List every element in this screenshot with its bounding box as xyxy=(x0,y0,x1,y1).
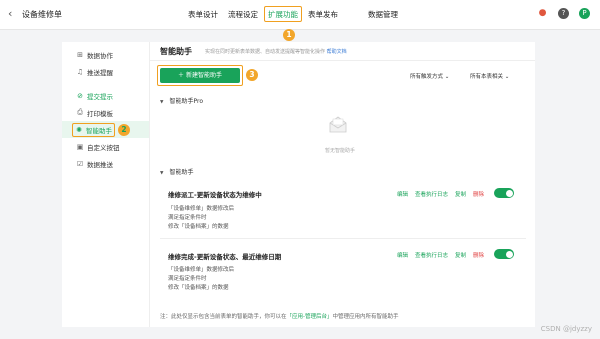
new-assistant-button[interactable]: ＋ 新建智能助手 xyxy=(160,68,240,83)
sidebar-item-custom-button[interactable]: ▣ 自定义按钮 xyxy=(62,138,149,155)
trigger-filter[interactable]: 所有触发方式 ⌄ xyxy=(410,72,449,80)
edit-link[interactable]: 编辑 xyxy=(397,251,408,259)
card-line: 修改「设备档案」的数据 xyxy=(168,285,229,291)
delete-link[interactable]: 删除 xyxy=(473,190,484,198)
tab-form-design[interactable]: 表单设计 xyxy=(183,0,223,30)
note-text: 中管理应用内所有智能助手 xyxy=(332,314,399,320)
tab-process-settings[interactable]: 流程设定 xyxy=(223,0,263,30)
enable-toggle[interactable] xyxy=(494,249,514,259)
top-bar: ‹ 设备维修单 表单设计 流程设定 扩展功能 表单发布 数据管理 ● ? P xyxy=(0,0,600,30)
description-text: 实现在同时更新表单数据、自动发送提醒等智能化操作 xyxy=(205,49,326,55)
push-icon: ☑ xyxy=(76,159,84,168)
card-actions: 编辑 查看执行日志 复制 删除 xyxy=(397,251,484,259)
footer-note: 注：此处仅显示包含当前表单的智能助手，你可以在「应用-管理后台」中管理应用内所有… xyxy=(160,312,399,320)
sidebar-item-push-reminder[interactable]: ♫ 推送提醒 xyxy=(62,63,149,80)
step-marker-1: 1 xyxy=(283,29,295,41)
card-line: 满足指定条件时 xyxy=(168,215,207,221)
card-line: 满足指定条件时 xyxy=(168,276,207,282)
page-description: 实现在同时更新表单数据、自动发送提醒等智能化操作 帮助文档 xyxy=(205,48,347,55)
bulb-icon: ✺ xyxy=(76,125,82,134)
delete-link[interactable]: 删除 xyxy=(473,251,484,259)
page-title: 智能助手 xyxy=(160,47,192,56)
sidebar-item-label: 推送提醒 xyxy=(87,68,113,77)
notification-icon[interactable]: ● xyxy=(537,8,548,19)
sidebar: ⊞ 数据协作 ♫ 推送提醒 ⊘ 提交提示 ⎙ 打印模板 ✺ 智能助手 2 ▣ 自… xyxy=(62,42,150,327)
copy-link[interactable]: 复制 xyxy=(455,251,466,259)
card-actions: 编辑 查看执行日志 复制 删除 xyxy=(397,190,484,198)
assistant-card[interactable]: 维修完成-更新设备状态、最近维修日期 「设备维修单」数据修改后 满足指定条件时 … xyxy=(158,242,526,300)
help-icon[interactable]: ? xyxy=(558,8,569,19)
step-marker-2: 2 xyxy=(118,123,130,136)
highlight-frame: ✺ 智能助手 xyxy=(72,122,115,137)
copy-link[interactable]: 复制 xyxy=(455,190,466,198)
section-label: 智能助手 xyxy=(169,169,194,176)
printer-icon: ⎙ xyxy=(77,108,83,116)
sidebar-item-data-push[interactable]: ☑ 数据推送 xyxy=(62,155,149,172)
check-circle-icon: ⊘ xyxy=(77,91,83,100)
edit-link[interactable]: 编辑 xyxy=(397,190,408,198)
sidebar-item-label: 数据协作 xyxy=(87,51,113,60)
collab-icon: ⊞ xyxy=(77,50,83,59)
help-doc-link[interactable]: 帮助文档 xyxy=(327,49,347,55)
sidebar-item-label: 打印模板 xyxy=(87,109,113,118)
app-title: 设备维修单 xyxy=(22,10,62,19)
sidebar-item-data-collab[interactable]: ⊞ 数据协作 xyxy=(62,46,149,63)
step-marker-3: 3 xyxy=(246,69,258,81)
sidebar-item-label: 智能助手 xyxy=(86,126,112,135)
note-text: 注：此处仅显示包含当前表单的智能助手，你可以在 xyxy=(160,314,287,320)
divider xyxy=(160,238,526,239)
caret-down-icon: ▼ xyxy=(160,171,164,176)
watermark: CSDN @jdyzzy xyxy=(540,325,592,333)
enable-toggle[interactable] xyxy=(494,188,514,198)
card-line: 「设备维修单」数据修改后 xyxy=(168,206,235,212)
sidebar-item-label: 数据推送 xyxy=(87,160,113,169)
bell-icon: ♫ xyxy=(76,67,84,76)
main-panel: 智能助手 实现在同时更新表单数据、自动发送提醒等智能化操作 帮助文档 ＋ 新建智… xyxy=(150,42,535,327)
sidebar-item-label: 自定义按钮 xyxy=(87,143,120,152)
tab-extensions[interactable]: 扩展功能 xyxy=(263,0,303,30)
tab-data-management[interactable]: 数据管理 xyxy=(363,0,403,30)
highlight-frame xyxy=(264,6,302,22)
section-header[interactable]: ▼ 智能助手 xyxy=(160,167,193,176)
empty-text: 暂无智能助手 xyxy=(324,148,355,154)
card-line: 修改「设备档案」的数据 xyxy=(168,224,229,230)
admin-console-link[interactable]: 「应用-管理后台」 xyxy=(287,314,333,320)
caret-down-icon: ▼ xyxy=(160,100,164,105)
top-icons: ● ? P xyxy=(537,8,590,19)
assistant-card[interactable]: 维修派工-更新设备状态为维修中 「设备维修单」数据修改后 满足指定条件时 修改「… xyxy=(158,182,526,237)
sidebar-item-label: 提交提示 xyxy=(87,92,113,101)
section-pro-label: 智能助手Pro xyxy=(169,98,203,105)
section-pro-header[interactable]: ▼ 智能助手Pro xyxy=(160,96,203,105)
view-log-link[interactable]: 查看执行日志 xyxy=(415,190,448,198)
card-line: 「设备维修单」数据修改后 xyxy=(168,267,235,273)
tab-form-publish[interactable]: 表单发布 xyxy=(303,0,343,30)
avatar[interactable]: P xyxy=(579,8,590,19)
empty-inbox-icon xyxy=(329,116,347,133)
view-log-link[interactable]: 查看执行日志 xyxy=(415,251,448,259)
divider xyxy=(150,60,535,61)
sidebar-item-print-template[interactable]: ⎙ 打印模板 xyxy=(62,104,149,121)
custom-button-icon: ▣ xyxy=(76,142,84,151)
sidebar-item-smart-assistant[interactable]: ✺ 智能助手 2 xyxy=(62,121,149,138)
main-tabs: 表单设计 流程设定 扩展功能 表单发布 数据管理 xyxy=(183,0,403,30)
card-title: 维修完成-更新设备状态、最近维修日期 xyxy=(168,253,282,261)
chevron-left-icon[interactable]: ‹ xyxy=(8,8,12,20)
card-title: 维修派工-更新设备状态为维修中 xyxy=(168,191,262,199)
scope-filter[interactable]: 所有本表相关 ⌄ xyxy=(470,72,509,80)
sidebar-item-submit-tip[interactable]: ⊘ 提交提示 xyxy=(62,87,149,104)
